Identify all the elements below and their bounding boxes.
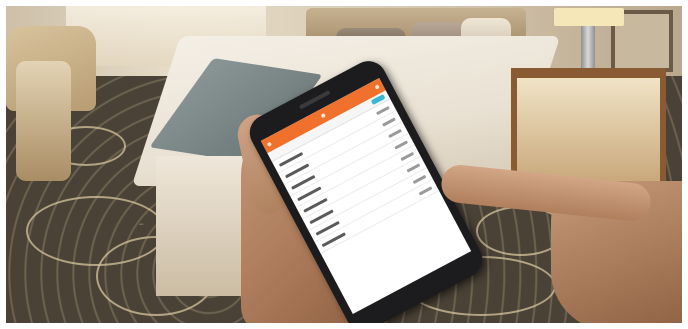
row-value-blur bbox=[418, 185, 433, 196]
side-chair bbox=[16, 61, 71, 181]
menu-icon bbox=[266, 141, 273, 147]
row-value-blur bbox=[394, 139, 408, 150]
lamp-shade bbox=[554, 8, 624, 26]
row-value-blur bbox=[387, 128, 402, 138]
row-value-blur bbox=[400, 151, 414, 161]
row-value-blur bbox=[381, 117, 396, 127]
nightstand bbox=[511, 68, 666, 188]
hotel-room-photo bbox=[6, 6, 682, 323]
row-value-blur bbox=[412, 174, 427, 184]
status-dot bbox=[320, 112, 326, 119]
status-dot bbox=[374, 84, 380, 90]
row-value-blur bbox=[375, 105, 390, 115]
row-value-blur bbox=[406, 162, 421, 173]
